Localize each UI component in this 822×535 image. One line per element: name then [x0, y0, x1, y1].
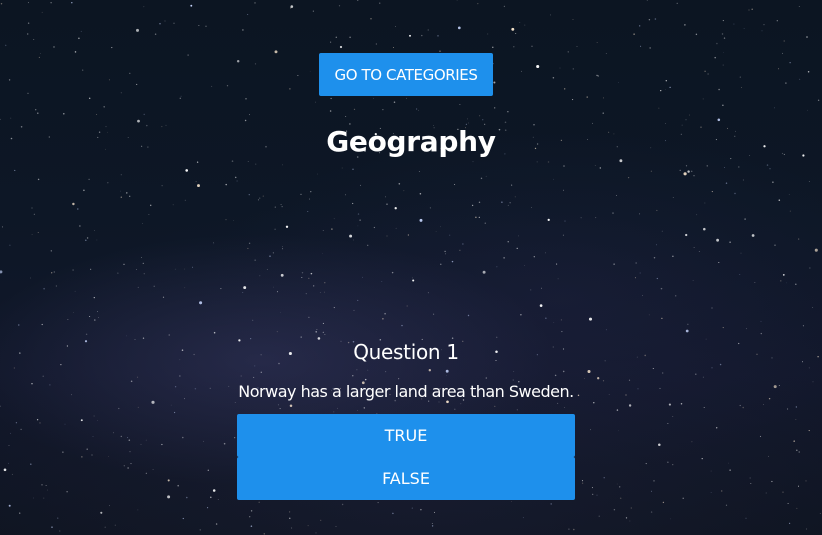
question-text: Norway has a larger land area than Swede…: [238, 382, 574, 401]
answer-true-button[interactable]: TRUE: [237, 414, 575, 457]
quiz-page: GO TO CATEGORIES Geography Question 1 No…: [0, 0, 822, 535]
question-number: Question 1: [353, 340, 459, 364]
go-to-categories-button[interactable]: GO TO CATEGORIES: [319, 53, 493, 96]
category-title: Geography: [326, 125, 496, 158]
answer-false-button[interactable]: FALSE: [237, 457, 575, 500]
